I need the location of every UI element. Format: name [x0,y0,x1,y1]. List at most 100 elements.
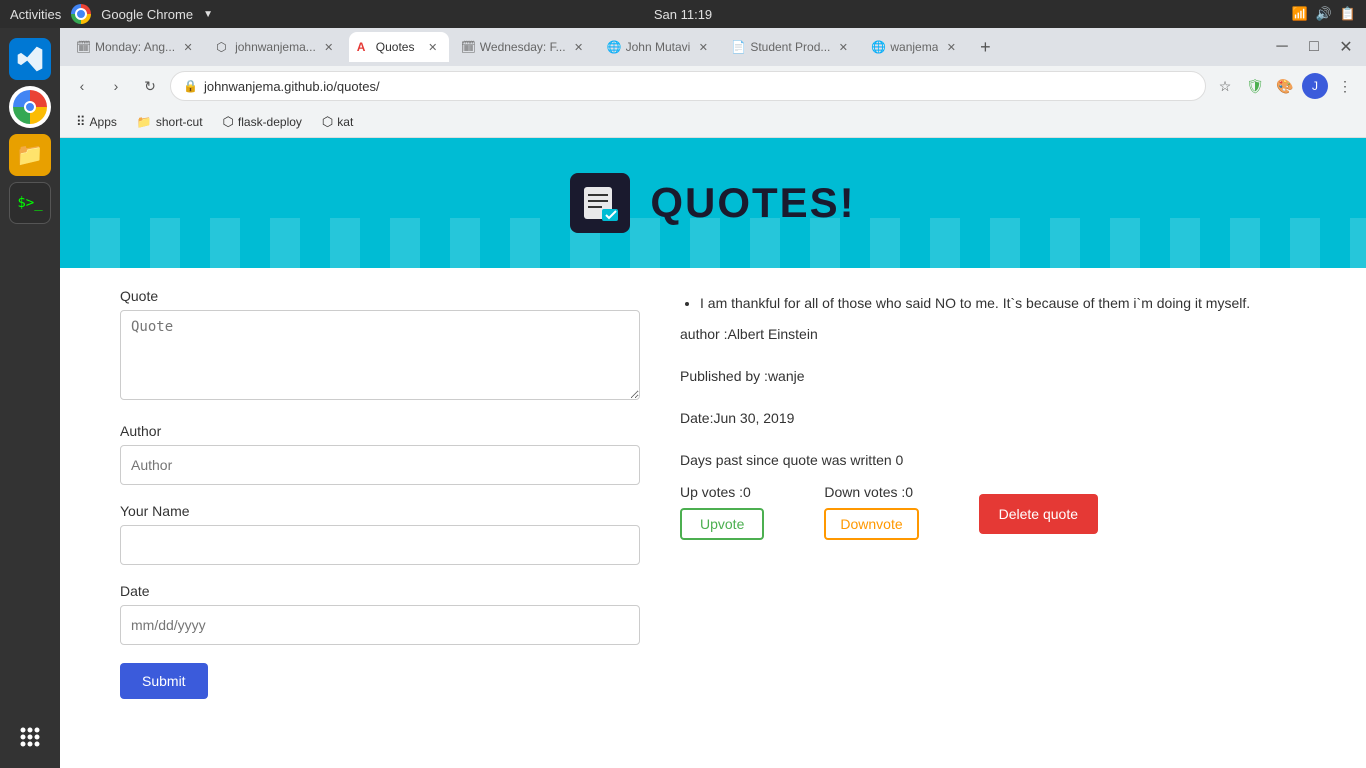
bookmark-apps-label: Apps [90,115,117,129]
quote-section: I am thankful for all of those who said … [680,288,1306,699]
tab-john-mutavi[interactable]: 🌐 John Mutavi ✕ [599,32,720,62]
toolbar-icons: ☆ 🛡 🎨 J ⋮ [1212,73,1358,99]
tab-close-john-mutavi[interactable]: ✕ [695,39,711,55]
quote-bullet: I am thankful for all of those who said … [700,292,1306,314]
dock-files-icon[interactable]: 📁 [9,134,51,176]
tab-wednesday[interactable]: 🗓 Wednesday: F... ✕ [453,32,595,62]
tab-favicon-wednesday: 🗓 [461,40,475,54]
minimize-button[interactable]: ─ [1270,35,1294,59]
author-input[interactable] [120,445,640,485]
quote-textarea[interactable] [120,310,640,400]
author-label: Author [120,423,640,439]
volume-icon: 🔊 [1316,6,1332,22]
app-name-label: Google Chrome [101,7,193,22]
profile-icon[interactable]: J [1302,73,1328,99]
tab-student-prod[interactable]: 📄 Student Prod... ✕ [723,32,859,62]
close-window-button[interactable]: ✕ [1334,35,1358,59]
quote-days-past: Days past since quote was written 0 [680,452,1306,468]
quote-display-text: I am thankful for all of those who said … [680,292,1306,314]
your-name-input[interactable] [120,525,640,565]
os-dock: 📁 $>_ [0,28,60,768]
tab-close-johnwanjema[interactable]: ✕ [321,39,337,55]
chrome-toolbar: ‹ › ↻ 🔒 johnwanjema.github.io/quotes/ ☆ … [60,66,1366,106]
tab-favicon-john-mutavi: 🌐 [607,40,621,54]
bookmark-star-icon[interactable]: ☆ [1212,73,1238,99]
window-controls: ─ □ ✕ [1270,35,1358,59]
back-button[interactable]: ‹ [68,72,96,100]
notifications-icon: 📋 [1340,6,1356,22]
quote-label: Quote [120,288,640,304]
tab-label-student-prod: Student Prod... [750,40,830,54]
tab-label-johnwanjema: johnwanjema... [235,40,316,54]
upvote-group: Up votes :0 Upvote [680,484,764,540]
dock-terminal-icon[interactable]: $>_ [9,182,51,224]
folder-icon: 📁 [137,115,152,129]
page-content: QUOTES! Quote Author Your Name [60,138,1366,768]
bookmark-apps[interactable]: ⠿ Apps [68,111,125,133]
tab-label-monday: Monday: Ang... [95,40,175,54]
bookmark-flask-label: flask-deploy [238,115,302,129]
hero-logo-icon [570,173,630,233]
hero-title: QUOTES! [650,179,855,227]
bookmark-kat-label: kat [337,115,353,129]
bookmarks-bar: ⠿ Apps 📁 short-cut ⬡ flask-deploy ⬡ kat [60,106,1366,138]
date-form-group: Date [120,583,640,645]
tab-label-quotes: Quotes [376,40,420,54]
bookmark-shortcut[interactable]: 📁 short-cut [129,112,211,132]
quote-published-by: Published by :wanje [680,368,1306,384]
os-topbar: Activities Google Chrome ▼ San 11:19 📶 🔊… [0,0,1366,28]
tab-close-wednesday[interactable]: ✕ [571,39,587,55]
more-menu-button[interactable]: ⋮ [1332,73,1358,99]
clock-label: San 11:19 [654,7,712,22]
address-bar[interactable]: 🔒 johnwanjema.github.io/quotes/ [170,71,1206,101]
activities-label[interactable]: Activities [10,7,61,22]
tab-johnwanjema[interactable]: ⬡ johnwanjema... ✕ [208,32,345,62]
downvote-button[interactable]: Downvote [824,508,918,540]
tab-label-john-mutavi: John Mutavi [626,40,691,54]
dock-vscode-icon[interactable] [9,38,51,80]
tab-favicon-johnwanjema: ⬡ [216,40,230,54]
form-section: Quote Author Your Name Date Submit [120,288,640,699]
reload-button[interactable]: ↻ [136,72,164,100]
dock-chrome-icon[interactable] [9,86,51,128]
bookmark-shortcut-label: short-cut [156,115,203,129]
tab-close-quotes[interactable]: ✕ [425,39,441,55]
delete-quote-button[interactable]: Delete quote [979,494,1098,534]
tab-favicon-monday: 🗓 [76,40,90,54]
your-name-form-group: Your Name [120,503,640,565]
upvotes-label: Up votes :0 [680,484,751,500]
tab-wanjema[interactable]: 🌐 wanjema ✕ [863,32,967,62]
apps-grid-icon: ⠿ [76,114,86,130]
quote-author-line: author :Albert Einstein [680,326,1306,342]
maximize-button[interactable]: □ [1302,35,1326,59]
downvotes-label: Down votes :0 [824,484,913,500]
quote-date-line: Date:Jun 30, 2019 [680,410,1306,426]
forward-button[interactable]: › [102,72,130,100]
tab-label-wanjema: wanjema [890,40,938,54]
tab-close-student-prod[interactable]: ✕ [835,39,851,55]
submit-button[interactable]: Submit [120,663,208,699]
tab-quotes[interactable]: A Quotes ✕ [349,32,449,62]
date-input[interactable] [120,605,640,645]
dropdown-chevron-icon[interactable]: ▼ [203,9,213,20]
tab-favicon-wanjema: 🌐 [871,40,885,54]
lock-icon: 🔒 [183,79,198,93]
chrome-icon [71,4,91,24]
main-area: Quote Author Your Name Date Submit [60,268,1366,719]
color-picker-icon[interactable]: 🎨 [1272,73,1298,99]
upvote-button[interactable]: Upvote [680,508,764,540]
shield-green-icon[interactable]: 🛡 [1242,73,1268,99]
address-text: johnwanjema.github.io/quotes/ [204,79,380,94]
dock-grid-icon[interactable] [9,716,51,758]
tab-close-monday[interactable]: ✕ [180,39,196,55]
github-kat-icon: ⬡ [322,114,333,130]
bookmark-flask-deploy[interactable]: ⬡ flask-deploy [215,111,310,133]
author-form-group: Author [120,423,640,485]
tab-favicon-student-prod: 📄 [731,40,745,54]
chrome-tabbar: 🗓 Monday: Ang... ✕ ⬡ johnwanjema... ✕ A … [60,28,1366,66]
bookmark-kat[interactable]: ⬡ kat [314,111,361,133]
tab-monday[interactable]: 🗓 Monday: Ang... ✕ [68,32,204,62]
tab-label-wednesday: Wednesday: F... [480,40,566,54]
new-tab-button[interactable]: + [971,33,999,61]
tab-close-wanjema[interactable]: ✕ [943,39,959,55]
